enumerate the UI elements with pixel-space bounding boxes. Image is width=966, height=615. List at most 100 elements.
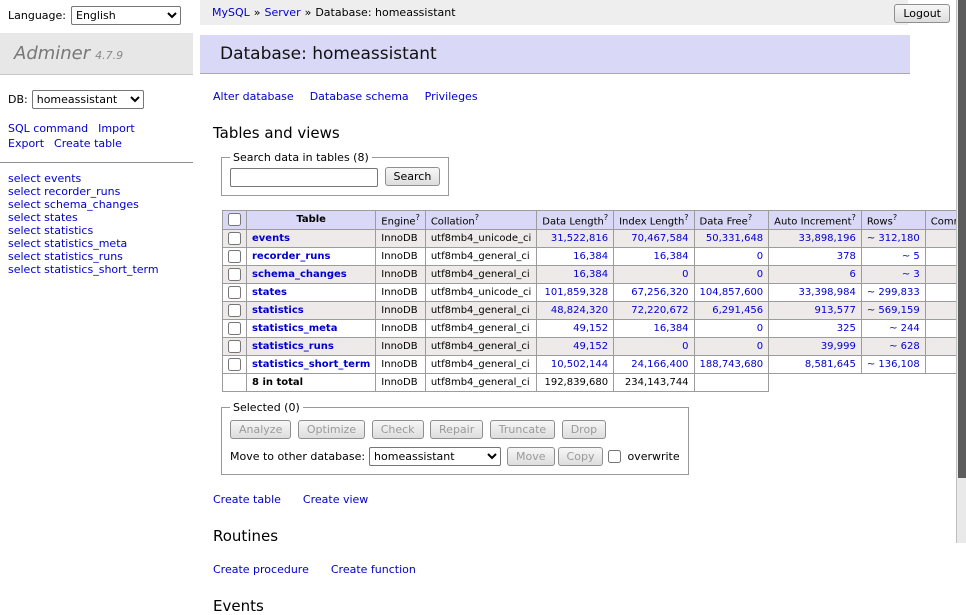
table-select-link[interactable]: select statistics_short_term — [8, 263, 185, 276]
rows-count-link[interactable]: ~ 628 — [867, 341, 920, 352]
create-table-link[interactable]: Create table — [213, 493, 281, 506]
move-db-select[interactable]: homeassistant — [369, 447, 501, 466]
index-length-link[interactable]: 72,220,672 — [619, 305, 688, 316]
row-checkbox[interactable] — [228, 268, 241, 281]
tables-heading: Tables and views — [213, 124, 910, 142]
table-name-link[interactable]: statistics_runs — [252, 341, 334, 352]
table-select-link[interactable]: select statistics — [8, 224, 185, 237]
row-checkbox[interactable] — [228, 340, 241, 353]
data-free-link[interactable]: 188,743,680 — [700, 359, 764, 370]
table-select-link[interactable]: select recorder_runs — [8, 185, 185, 198]
db-select[interactable]: homeassistant — [32, 90, 144, 109]
data-free-link[interactable]: 0 — [700, 341, 764, 352]
table-name-link[interactable]: states — [252, 287, 287, 298]
optimize-button[interactable]: Optimize — [298, 420, 365, 439]
create-procedure-link[interactable]: Create procedure — [213, 563, 309, 576]
rows-count-link[interactable]: ~ 569,159 — [867, 305, 920, 316]
create-function-link[interactable]: Create function — [331, 563, 416, 576]
analyze-button[interactable]: Analyze — [230, 420, 291, 439]
table-name-link[interactable]: statistics_meta — [252, 323, 337, 334]
rows-count-link[interactable]: ~ 5 — [867, 251, 920, 262]
data-free-link[interactable]: 0 — [700, 323, 764, 334]
auto-increment-link[interactable]: 378 — [774, 251, 856, 262]
breadcrumb-link-server[interactable]: Server — [265, 6, 301, 19]
total-empty-cell — [223, 373, 247, 391]
row-checkbox[interactable] — [228, 358, 241, 371]
index-length-link[interactable]: 16,384 — [619, 323, 688, 334]
table-select-link[interactable]: select statistics_runs — [8, 250, 185, 263]
import-link[interactable]: Import — [98, 122, 135, 135]
auto-increment-link[interactable]: 325 — [774, 323, 856, 334]
data-free-link[interactable]: 104,857,600 — [700, 287, 764, 298]
scrollbar-thumb[interactable] — [958, 0, 966, 478]
table-name-link[interactable]: recorder_runs — [252, 251, 330, 262]
data-length-link[interactable]: 48,824,320 — [542, 305, 608, 316]
table-name-link[interactable]: events — [252, 233, 290, 244]
language-select[interactable]: English — [71, 6, 181, 25]
data-free-link[interactable]: 0 — [700, 251, 764, 262]
repair-button[interactable]: Repair — [430, 420, 483, 439]
search-input[interactable] — [230, 168, 378, 187]
index-length-link[interactable]: 24,166,400 — [619, 359, 688, 370]
auto-increment-link[interactable]: 39,999 — [774, 341, 856, 352]
data-free-link[interactable]: 50,331,648 — [700, 233, 764, 244]
data-length-link[interactable]: 49,152 — [542, 323, 608, 334]
scrollbar[interactable] — [956, 0, 966, 543]
table-name-link[interactable]: statistics — [252, 305, 304, 316]
auto-increment-link[interactable]: 6 — [774, 269, 856, 280]
table-name-link[interactable]: statistics_short_term — [252, 359, 370, 370]
overwrite-checkbox[interactable] — [608, 450, 621, 463]
create-table-link-sidebar[interactable]: Create table — [54, 137, 122, 150]
logout-button[interactable]: Logout — [894, 4, 950, 23]
row-checkbox[interactable] — [228, 232, 241, 245]
data-length-link[interactable]: 16,384 — [542, 251, 608, 262]
database-schema-link[interactable]: Database schema — [310, 90, 409, 103]
auto-increment-link[interactable]: 913,577 — [774, 305, 856, 316]
drop-button[interactable]: Drop — [562, 420, 606, 439]
table-select-link[interactable]: select states — [8, 211, 185, 224]
truncate-button[interactable]: Truncate — [490, 420, 555, 439]
table-select-link[interactable]: select schema_changes — [8, 198, 185, 211]
move-button[interactable]: Move — [507, 447, 555, 466]
auto-increment-link[interactable]: 8,581,645 — [774, 359, 856, 370]
privileges-link[interactable]: Privileges — [425, 90, 478, 103]
create-view-link[interactable]: Create view — [303, 493, 368, 506]
index-length-link[interactable]: 0 — [619, 269, 688, 280]
row-checkbox[interactable] — [228, 322, 241, 335]
row-checkbox[interactable] — [228, 304, 241, 317]
export-link[interactable]: Export — [8, 137, 44, 150]
rows-count-link[interactable]: ~ 312,180 — [867, 233, 920, 244]
data-length-link[interactable]: 10,502,144 — [542, 359, 608, 370]
index-length-link[interactable]: 16,384 — [619, 251, 688, 262]
index-length-link[interactable]: 67,256,320 — [619, 287, 688, 298]
row-checkbox[interactable] — [228, 250, 241, 263]
breadcrumb-link-mysql[interactable]: MySQL — [212, 6, 250, 19]
data-free-link[interactable]: 6,291,456 — [700, 305, 764, 316]
select-all-checkbox[interactable] — [228, 213, 241, 226]
row-checkbox[interactable] — [228, 286, 241, 299]
rows-count-link[interactable]: ~ 244 — [867, 323, 920, 334]
index-length-link[interactable]: 70,467,584 — [619, 233, 688, 244]
rows-count-link[interactable]: ~ 3 — [867, 269, 920, 280]
data-length-link[interactable]: 16,384 — [542, 269, 608, 280]
data-length-link[interactable]: 31,522,816 — [542, 233, 608, 244]
sql-command-link[interactable]: SQL command — [8, 122, 88, 135]
check-button[interactable]: Check — [372, 420, 424, 439]
search-button[interactable]: Search — [385, 167, 441, 186]
rows-count-link[interactable]: ~ 299,833 — [867, 287, 920, 298]
auto-increment-link[interactable]: 33,398,984 — [774, 287, 856, 298]
data-length-link[interactable]: 49,152 — [542, 341, 608, 352]
table-name-link[interactable]: schema_changes — [252, 269, 347, 280]
table-select-link[interactable]: select events — [8, 172, 185, 185]
index-length-link[interactable]: 0 — [619, 341, 688, 352]
engine-cell: InnoDB — [376, 229, 426, 247]
data-length-link[interactable]: 101,859,328 — [542, 287, 608, 298]
auto-increment-link[interactable]: 33,898,196 — [774, 233, 856, 244]
engine-cell: InnoDB — [376, 283, 426, 301]
rows-count-link[interactable]: ~ 136,108 — [867, 359, 920, 370]
overwrite-label: overwrite — [627, 450, 679, 463]
copy-button[interactable]: Copy — [558, 447, 604, 466]
alter-database-link[interactable]: Alter database — [213, 90, 294, 103]
data-free-link[interactable]: 0 — [700, 269, 764, 280]
table-select-link[interactable]: select statistics_meta — [8, 237, 185, 250]
